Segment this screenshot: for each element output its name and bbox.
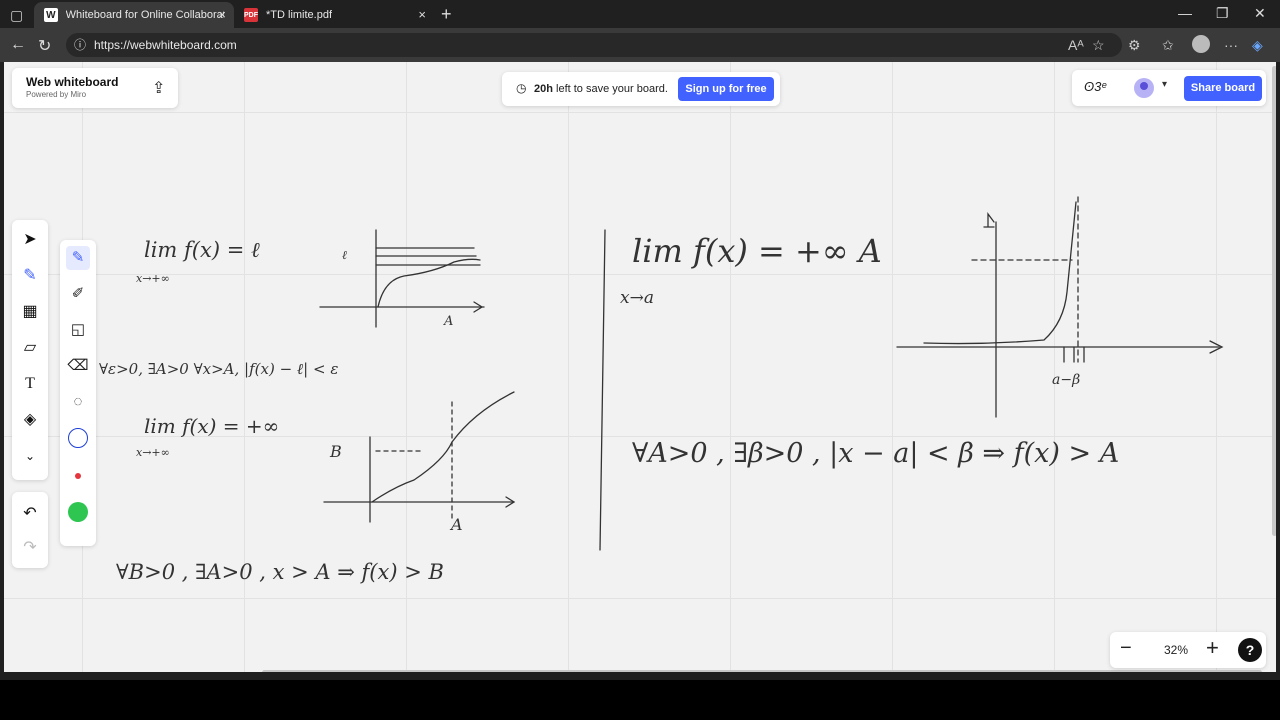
color-red[interactable] — [68, 466, 88, 486]
export-icon[interactable]: ⇪ — [152, 78, 165, 98]
vertical-scrollbar[interactable] — [1272, 66, 1276, 536]
copilot-icon[interactable]: ◈ — [1252, 37, 1263, 54]
share-board-button[interactable]: Share board — [1184, 76, 1262, 101]
help-button[interactable]: ? — [1238, 638, 1262, 662]
favorites-icon[interactable]: ✩ — [1162, 37, 1174, 54]
tab-title: *TD limite.pdf — [266, 9, 333, 21]
tab-pdf[interactable]: PDF *TD limite.pdf × — [234, 2, 434, 28]
tab-whiteboard[interactable]: W Whiteboard for Online Collaborati × — [34, 2, 234, 28]
pen-tool-icon[interactable]: ✎ — [18, 264, 42, 288]
templates-icon[interactable]: ▦ — [18, 300, 42, 324]
timer-text: left to save your board. — [552, 83, 668, 95]
hand-annotation-4: lim f(x) = +∞ — [144, 414, 280, 438]
more-icon[interactable]: ··· — [1224, 37, 1238, 53]
collaborators-icon[interactable]: ʘ3ᵉ — [1084, 79, 1106, 94]
pdf-favicon-icon: PDF — [244, 8, 258, 22]
clock-icon: ◷ — [516, 81, 527, 95]
more-tools-icon[interactable]: ⌄ — [18, 444, 42, 468]
color-green[interactable] — [68, 502, 88, 522]
close-window-icon[interactable]: ✕ — [1254, 5, 1266, 22]
close-tab-icon[interactable]: × — [418, 7, 426, 22]
hand-annotation-13: A — [451, 515, 463, 534]
sticky-note-icon[interactable]: ▱ — [18, 336, 42, 360]
sign-up-button[interactable]: Sign up for free — [678, 77, 774, 101]
browser-window: ▢ W Whiteboard for Online Collaborati × … — [0, 0, 1280, 680]
back-icon[interactable]: ← — [10, 36, 26, 54]
whiteboard-canvas[interactable]: lim f(x) = ℓ x→+∞ ∀ε>0, ∃A>0 ∀x>A, |f(x)… — [4, 62, 1276, 672]
url-field[interactable]: ⓘ https://webwhiteboard.com — [66, 33, 1122, 57]
hand-annotation-7: lim f(x) = +∞ A — [632, 232, 882, 270]
smart-draw-icon[interactable]: ◱ — [66, 318, 90, 342]
hand-annotation-8: x→a — [620, 288, 654, 308]
hand-annotation-12: B — [330, 442, 342, 461]
main-toolbar: ➤ ✎ ▦ ▱ T ◈ ⌄ — [12, 220, 48, 480]
new-tab-button[interactable]: + — [441, 4, 452, 25]
save-timer-panel: ◷ 20h left to save your board. Sign up f… — [502, 72, 780, 106]
address-bar: ← ↻ ⓘ https://webwhiteboard.com Aᴬ ☆ ⚙ ✩… — [0, 28, 1280, 62]
hand-annotation-5: x→+∞ — [136, 446, 170, 459]
tab-title: Whiteboard for Online Collaborati — [65, 9, 224, 21]
history-panel: ↶ ↷ — [12, 492, 48, 568]
tab-actions-icon[interactable]: ▢ — [10, 7, 23, 24]
horizontal-scrollbar[interactable] — [262, 670, 1262, 672]
hand-annotation-3: ∀ε>0, ∃A>0 ∀x>A, |f(x) − ℓ| < ε — [99, 360, 339, 378]
zoom-out-button[interactable]: − — [1120, 637, 1132, 660]
read-aloud-icon[interactable]: Aᴬ — [1068, 37, 1084, 53]
minimize-icon[interactable]: — — [1178, 5, 1192, 21]
site-info-icon[interactable]: ⓘ — [74, 33, 86, 57]
pen-options-panel: ✎ ✐ ◱ ⌫ ◌ — [60, 240, 96, 546]
hand-annotation-11: A — [444, 314, 454, 329]
hand-annotation-14: a−β — [1052, 372, 1081, 388]
profile-icon[interactable] — [1192, 35, 1210, 53]
shapes-icon[interactable]: ◈ — [18, 408, 42, 432]
user-avatar[interactable] — [1134, 78, 1154, 98]
hand-annotation-9: ∀A>0 , ∃β>0 , |x − a| < β ⇒ f(x) > A — [632, 438, 1120, 469]
brand-subtitle: Powered by Miro — [26, 90, 87, 99]
hand-annotation-1: lim f(x) = ℓ — [144, 238, 260, 262]
select-tool-icon[interactable]: ➤ — [18, 228, 42, 252]
zoom-in-button[interactable]: + — [1206, 635, 1219, 661]
text-tool-icon[interactable]: T — [18, 372, 42, 396]
pen-icon[interactable]: ✎ — [66, 246, 90, 270]
timer-message: 20h left to save your board. — [534, 83, 668, 95]
zoom-panel: − 32% + ? — [1110, 632, 1266, 668]
undo-icon[interactable]: ↶ — [18, 502, 42, 526]
eraser-icon[interactable]: ⌫ — [66, 354, 90, 378]
brand-title: Web whiteboard — [26, 75, 119, 89]
hand-annotation-2: x→+∞ — [136, 272, 170, 285]
highlighter-icon[interactable]: ✐ — [66, 282, 90, 306]
url-text: https://webwhiteboard.com — [94, 38, 237, 52]
zoom-level: 32% — [1164, 643, 1189, 657]
whiteboard-favicon-icon: W — [44, 8, 58, 22]
timer-hours: 20h — [534, 83, 553, 95]
favorite-star-icon[interactable]: ☆ — [1092, 37, 1105, 54]
share-panel: ʘ3ᵉ ▾ Share board — [1072, 70, 1266, 106]
maximize-icon[interactable]: ❐ — [1216, 5, 1229, 22]
extensions-icon[interactable]: ⚙ — [1128, 37, 1141, 54]
lasso-icon[interactable]: ◌ — [66, 390, 90, 414]
hand-annotation-6: ∀B>0 , ∃A>0 , x > A ⇒ f(x) > B — [116, 560, 444, 584]
chevron-down-icon[interactable]: ▾ — [1162, 79, 1167, 90]
hand-annotation-10: ℓ — [342, 248, 347, 262]
close-tab-icon[interactable]: × — [218, 7, 226, 22]
color-blue-selected[interactable] — [68, 428, 88, 448]
reload-icon[interactable]: ↻ — [38, 36, 51, 56]
tab-bar: ▢ W Whiteboard for Online Collaborati × … — [0, 0, 1280, 28]
brand-panel: Web whiteboard Powered by Miro ⇪ — [12, 68, 178, 108]
redo-icon[interactable]: ↷ — [18, 536, 42, 560]
